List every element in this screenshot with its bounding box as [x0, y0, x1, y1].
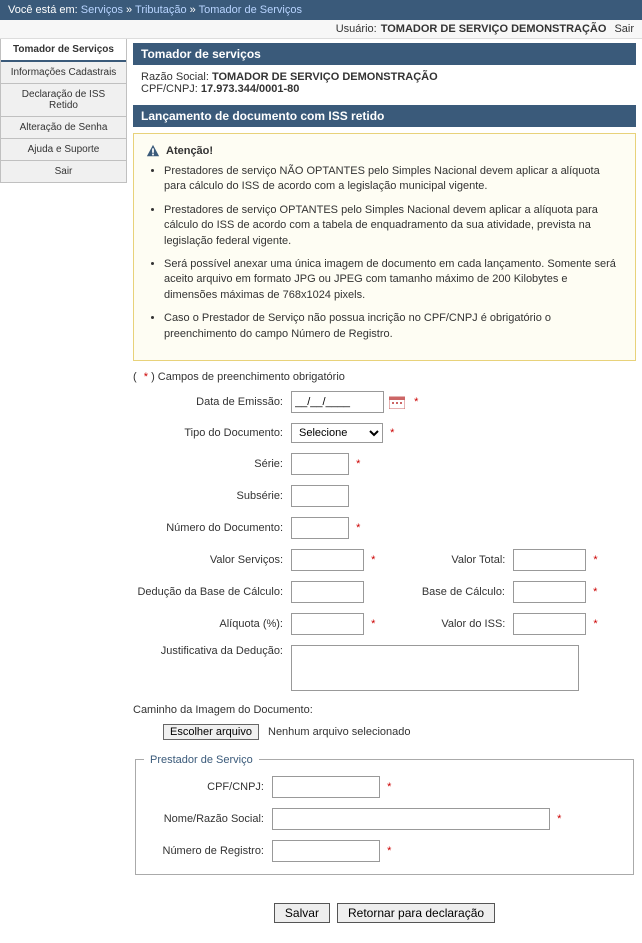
- cpf-cnpj-value: 17.973.344/0001-80: [201, 83, 299, 95]
- required-marker: *: [593, 618, 597, 630]
- tipo-documento-select[interactable]: Selecione: [291, 423, 383, 443]
- prestador-nome-input[interactable]: [272, 808, 550, 830]
- alert-item: Será possível anexar uma única imagem de…: [164, 257, 623, 303]
- breadcrumb-link[interactable]: Tributação: [135, 4, 187, 16]
- alert-heading: Atenção!: [166, 145, 213, 157]
- required-marker: *: [371, 618, 375, 630]
- alert-item: Prestadores de serviço NÃO OPTANTES pelo…: [164, 164, 623, 195]
- aliquota-label: Alíquota (%):: [133, 618, 291, 630]
- required-note: ( * ) Campos de preenchimento obrigatóri…: [133, 371, 636, 383]
- numero-documento-label: Número do Documento:: [133, 522, 291, 534]
- sidebar-item-sair[interactable]: Sair: [1, 161, 126, 182]
- user-bar: Usuário: TOMADOR DE SERVIÇO DEMONSTRAÇÃO…: [0, 20, 642, 39]
- file-status-text: Nenhum arquivo selecionado: [268, 726, 410, 738]
- required-marker: *: [371, 554, 375, 566]
- alert-box: Atenção! Prestadores de serviço NÃO OPTA…: [133, 133, 636, 361]
- data-emissao-label: Data de Emissão:: [133, 396, 291, 408]
- subserie-label: Subsérie:: [133, 490, 291, 502]
- valor-servicos-label: Valor Serviços:: [133, 554, 291, 566]
- sidebar: Tomador de Serviços Informações Cadastra…: [0, 39, 127, 183]
- base-calculo-label: Base de Cálculo:: [405, 586, 513, 598]
- razao-social-label: Razão Social:: [141, 71, 209, 83]
- prestador-cpf-label: CPF/CNPJ:: [144, 781, 272, 793]
- required-marker: *: [356, 522, 360, 534]
- user-label: Usuário:: [336, 23, 377, 35]
- breadcrumb-link[interactable]: Serviços: [81, 4, 123, 16]
- sidebar-item-tomador[interactable]: Tomador de Serviços: [1, 39, 126, 62]
- justificativa-textarea[interactable]: [291, 645, 579, 691]
- numero-documento-input[interactable]: [291, 517, 349, 539]
- prestador-fieldset: Prestador de Serviço CPF/CNPJ: * Nome/Ra…: [135, 754, 634, 875]
- calendar-icon[interactable]: [389, 395, 405, 409]
- required-marker: *: [593, 586, 597, 598]
- prestador-cpf-input[interactable]: [272, 776, 380, 798]
- panel-title-tomador: Tomador de serviços: [133, 43, 636, 65]
- exit-link[interactable]: Sair: [614, 23, 634, 35]
- retornar-button[interactable]: Retornar para declaração: [337, 903, 495, 923]
- valor-total-input[interactable]: [513, 549, 586, 571]
- valor-iss-input[interactable]: [513, 613, 586, 635]
- required-marker: *: [390, 427, 394, 439]
- deducao-label: Dedução da Base de Cálculo:: [133, 586, 291, 598]
- required-marker: *: [593, 554, 597, 566]
- sidebar-item-informacoes[interactable]: Informações Cadastrais: [1, 62, 126, 84]
- valor-servicos-input[interactable]: [291, 549, 364, 571]
- sidebar-item-declaracao[interactable]: Declaração de ISS Retido: [1, 84, 126, 117]
- base-calculo-input[interactable]: [513, 581, 586, 603]
- alert-item: Prestadores de serviço OPTANTES pelo Sim…: [164, 203, 623, 249]
- required-marker: *: [387, 781, 391, 793]
- breadcrumb-prefix: Você está em:: [8, 4, 78, 16]
- user-name: TOMADOR DE SERVIÇO DEMONSTRAÇÃO: [381, 23, 607, 35]
- subserie-input[interactable]: [291, 485, 349, 507]
- prestador-nome-label: Nome/Razão Social:: [144, 813, 272, 825]
- salvar-button[interactable]: Salvar: [274, 903, 330, 923]
- sidebar-item-ajuda[interactable]: Ajuda e Suporte: [1, 139, 126, 161]
- alert-item: Caso o Prestador de Serviço não possua i…: [164, 311, 623, 342]
- escolher-arquivo-button[interactable]: Escolher arquivo: [163, 724, 259, 740]
- data-emissao-input[interactable]: [291, 391, 384, 413]
- required-marker: *: [557, 813, 561, 825]
- prestador-registro-input[interactable]: [272, 840, 380, 862]
- prestador-legend: Prestador de Serviço: [144, 754, 259, 766]
- aliquota-input[interactable]: [291, 613, 364, 635]
- warning-icon: [146, 144, 160, 158]
- required-marker: *: [414, 396, 418, 408]
- breadcrumb-link[interactable]: Tomador de Serviços: [199, 4, 302, 16]
- panel-title-lancamento: Lançamento de documento com ISS retido: [133, 105, 636, 127]
- cpf-cnpj-label: CPF/CNPJ:: [141, 83, 198, 95]
- deducao-input[interactable]: [291, 581, 364, 603]
- sidebar-item-alteracao-senha[interactable]: Alteração de Senha: [1, 117, 126, 139]
- required-marker: *: [356, 458, 360, 470]
- breadcrumb-bar: Você está em: Serviços » Tributação » To…: [0, 0, 642, 20]
- tipo-documento-label: Tipo do Documento:: [133, 427, 291, 439]
- valor-total-label: Valor Total:: [405, 554, 513, 566]
- serie-input[interactable]: [291, 453, 349, 475]
- serie-label: Série:: [133, 458, 291, 470]
- justificativa-label: Justificativa da Dedução:: [133, 645, 291, 657]
- valor-iss-label: Valor do ISS:: [405, 618, 513, 630]
- main-content: Tomador de serviços Razão Social: TOMADO…: [127, 39, 642, 943]
- razao-social-value: TOMADOR DE SERVIÇO DEMONSTRAÇÃO: [212, 71, 438, 83]
- caminho-imagem-label: Caminho da Imagem do Documento:: [133, 704, 313, 716]
